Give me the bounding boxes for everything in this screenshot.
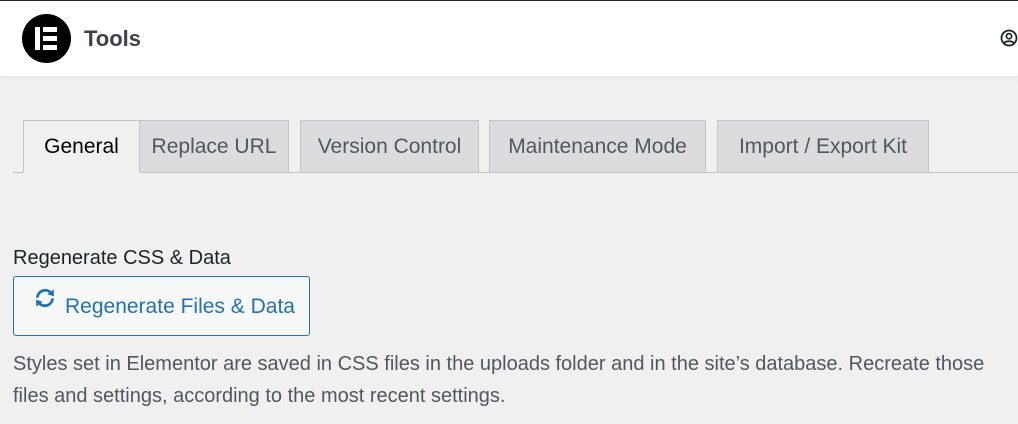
tab-version-control[interactable]: Version Control [300, 120, 479, 172]
page-title: Tools [84, 26, 142, 51]
regenerate-description: Styles set in Elementor are saved in CSS… [13, 348, 1018, 412]
description-line-1: Styles set in Elementor are saved in CSS… [13, 353, 985, 375]
tools-tabs: General Replace URL Version Control Main… [13, 120, 1018, 173]
description-line-2: files and settings, according to the mos… [13, 385, 506, 407]
section-heading: Regenerate CSS & Data [13, 247, 231, 269]
user-circle-icon[interactable] [1000, 29, 1018, 47]
top-bar: Tools [0, 0, 1018, 76]
regenerate-button-label: Regenerate Files & Data [65, 295, 295, 318]
tab-maintenance-mode[interactable]: Maintenance Mode [489, 120, 706, 172]
tab-replace-url[interactable]: Replace URL [139, 120, 289, 172]
elementor-logo-icon[interactable] [22, 14, 71, 63]
tab-import-export-kit[interactable]: Import / Export Kit [717, 120, 929, 172]
tab-general[interactable]: General [23, 120, 140, 173]
regenerate-files-button[interactable]: Regenerate Files & Data [13, 276, 310, 336]
refresh-icon [36, 288, 54, 308]
